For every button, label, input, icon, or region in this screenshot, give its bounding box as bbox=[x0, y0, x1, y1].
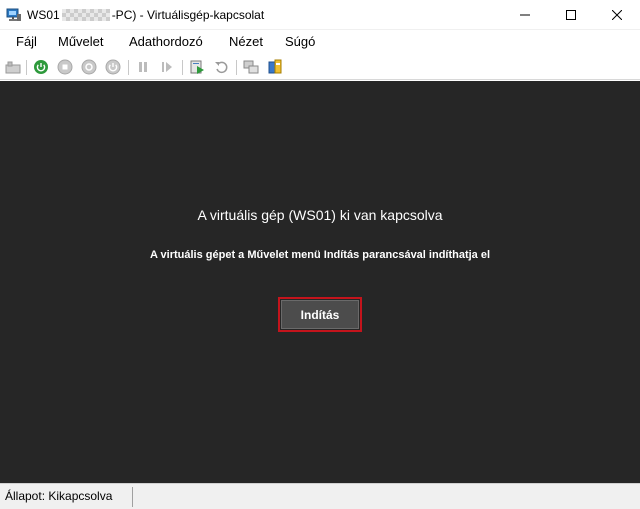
close-button[interactable] bbox=[594, 0, 640, 30]
shut-down-button[interactable] bbox=[80, 59, 98, 77]
checkpoint-icon bbox=[189, 59, 205, 78]
window-title-prefix: WS01 bbox=[27, 8, 60, 22]
ctrl-alt-del-button[interactable] bbox=[4, 59, 22, 77]
minimize-icon bbox=[520, 8, 530, 23]
turn-off-button[interactable] bbox=[56, 59, 74, 77]
vm-status-text: Állapot: Kikapcsolva bbox=[5, 489, 113, 503]
share-icon bbox=[267, 59, 283, 78]
menu-view[interactable]: Nézet bbox=[229, 34, 263, 49]
pause-button[interactable] bbox=[134, 59, 152, 77]
hyper-v-connection-icon bbox=[6, 8, 22, 22]
shut-down-icon bbox=[81, 59, 97, 78]
redacted-region bbox=[61, 9, 110, 21]
start-toolbar-button[interactable] bbox=[32, 59, 50, 77]
vm-state-title: A virtuális gép (WS01) ki van kapcsolva bbox=[197, 207, 443, 223]
enhanced-session-icon bbox=[243, 59, 259, 78]
status-divider bbox=[132, 487, 133, 507]
title-bar: WS01 -PC) - Virtuálisgép-kapcsolat bbox=[0, 0, 640, 30]
power-icon bbox=[105, 59, 121, 78]
turn-off-icon bbox=[57, 59, 73, 78]
resume-button[interactable] bbox=[158, 59, 176, 77]
window-title: WS01 -PC) - Virtuálisgép-kapcsolat bbox=[27, 8, 264, 22]
menu-media[interactable]: Adathordozó bbox=[129, 34, 203, 49]
maximize-button[interactable] bbox=[548, 0, 594, 30]
menu-help[interactable]: Súgó bbox=[285, 34, 315, 49]
start-icon bbox=[33, 59, 49, 78]
toolbar-separator bbox=[128, 60, 129, 75]
enhanced-session-button[interactable] bbox=[242, 59, 260, 77]
toolbar-separator bbox=[26, 60, 27, 75]
toolbar-separator bbox=[236, 60, 237, 75]
menu-file[interactable]: Fájl bbox=[16, 34, 37, 49]
pause-icon bbox=[136, 60, 150, 77]
share-button[interactable] bbox=[266, 59, 284, 77]
power-button[interactable] bbox=[104, 59, 122, 77]
close-icon bbox=[611, 8, 623, 23]
window-title-suffix: -PC) - Virtuálisgép-kapcsolat bbox=[111, 8, 265, 22]
ctrl-alt-del-icon bbox=[5, 60, 21, 77]
start-button[interactable]: Indítás bbox=[281, 300, 359, 329]
minimize-button[interactable] bbox=[502, 0, 548, 30]
checkpoint-button[interactable] bbox=[188, 59, 206, 77]
revert-button[interactable] bbox=[212, 59, 230, 77]
menu-action[interactable]: Művelet bbox=[58, 34, 104, 49]
vm-state-hint: A virtuális gépet a Művelet menü Indítás… bbox=[149, 249, 491, 261]
resume-icon bbox=[160, 60, 174, 77]
revert-icon bbox=[214, 60, 228, 77]
vm-display: A virtuális gép (WS01) ki van kapcsolva … bbox=[0, 81, 640, 483]
toolbar-separator bbox=[182, 60, 183, 75]
maximize-icon bbox=[566, 8, 576, 23]
menu-bar: Fájl Művelet Adathordozó Nézet Súgó bbox=[0, 30, 640, 55]
status-bar: Állapot: Kikapcsolva bbox=[0, 483, 640, 509]
toolbar bbox=[0, 55, 640, 80]
